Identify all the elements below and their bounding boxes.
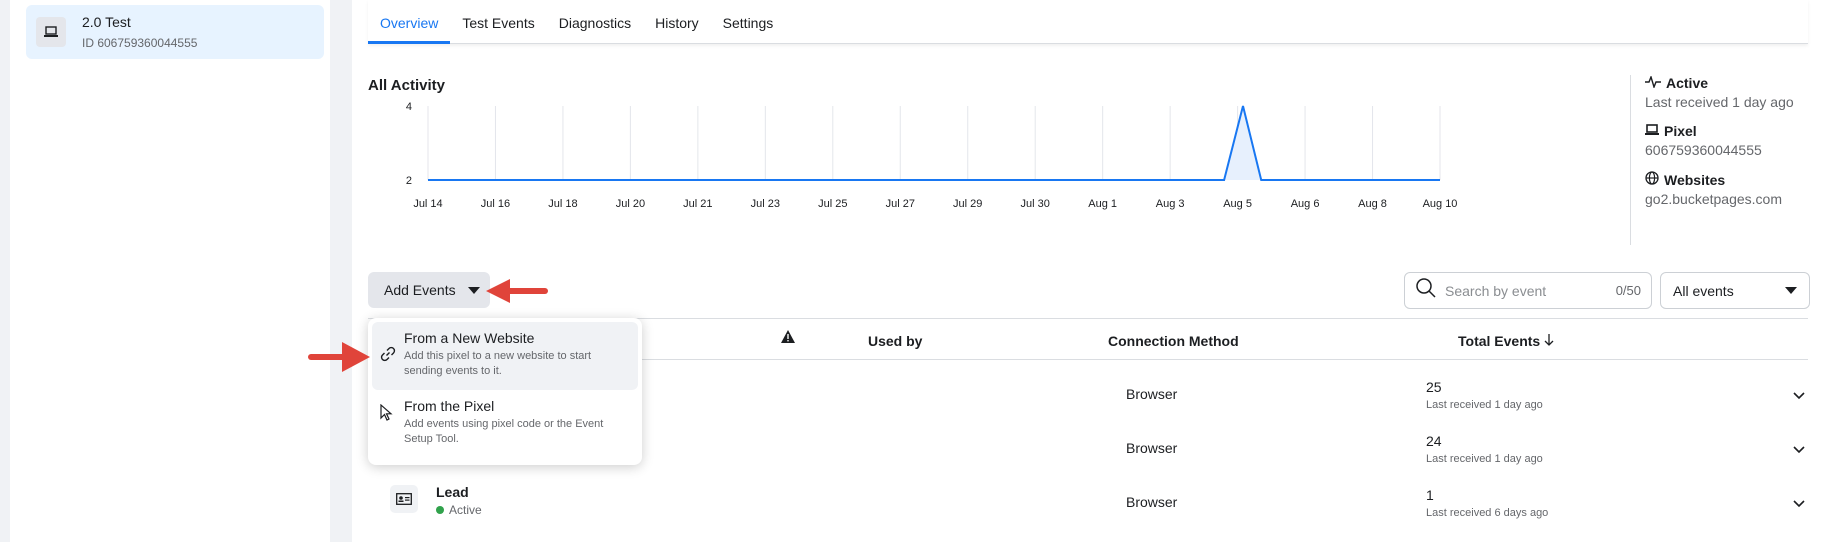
y-tick-label: 4 bbox=[406, 101, 412, 113]
chevron-down-icon[interactable] bbox=[1793, 495, 1805, 513]
websites-label: Websites bbox=[1664, 171, 1726, 188]
x-tick-label: Jul 29 bbox=[953, 198, 982, 210]
annotation-arrow-right bbox=[308, 342, 370, 372]
event-status-label: Active bbox=[449, 503, 482, 517]
activity-title: All Activity bbox=[368, 77, 445, 94]
menu-item-from-the-pixel[interactable]: From the Pixel Add events using pixel co… bbox=[372, 390, 638, 458]
link-icon bbox=[380, 346, 396, 367]
menu-item-description: Add events using pixel code or the Event… bbox=[404, 418, 604, 445]
x-tick-label: Jul 16 bbox=[481, 198, 510, 210]
total-events-label: Total Events bbox=[1458, 333, 1541, 349]
laptop-icon bbox=[36, 17, 66, 47]
total-events-header[interactable]: Total Events bbox=[1458, 333, 1554, 349]
pixel-stats-panel: Active Last received 1 day ago Pixel 606… bbox=[1630, 74, 1820, 245]
x-tick-label: Jul 27 bbox=[886, 198, 915, 210]
last-received: Last received 6 days ago bbox=[1426, 507, 1549, 519]
total-events: 25 bbox=[1426, 379, 1442, 395]
add-events-menu: From a New Website Add this pixel to a n… bbox=[368, 318, 642, 465]
events-filter-value: All events bbox=[1673, 282, 1734, 299]
used-by-header[interactable]: Used by bbox=[868, 333, 922, 349]
pixel-list-panel bbox=[10, 0, 330, 542]
pixel-name: 2.0 Test bbox=[82, 14, 131, 30]
x-tick-label: Jul 25 bbox=[818, 198, 847, 210]
search-icon bbox=[1415, 277, 1437, 304]
caret-down-icon bbox=[467, 286, 480, 294]
laptop-icon bbox=[1645, 123, 1659, 139]
activity-chart: 4 2Jul 14 Jul 16 Jul 18 Jul 20 Jul 21 Jul 23 Ju… bbox=[406, 101, 1458, 210]
add-events-button[interactable]: Add Events bbox=[368, 272, 490, 308]
x-tick-label: Aug 3 bbox=[1156, 198, 1185, 210]
tab-test-events[interactable]: Test Events bbox=[450, 0, 546, 44]
contact-card-icon bbox=[390, 485, 418, 513]
connection-method: Browser bbox=[1126, 440, 1178, 456]
connection-method-header[interactable]: Connection Method bbox=[1108, 333, 1239, 349]
x-tick-label: Aug 6 bbox=[1291, 198, 1320, 210]
connection-method: Browser bbox=[1126, 494, 1178, 510]
x-tick-label: Aug 5 bbox=[1223, 198, 1252, 210]
x-tick-label: Jul 21 bbox=[683, 198, 712, 210]
total-events: 24 bbox=[1426, 433, 1442, 449]
last-received: Last received 1 day ago bbox=[1426, 399, 1543, 411]
chevron-down-icon[interactable] bbox=[1793, 387, 1805, 405]
warning-icon bbox=[781, 330, 795, 346]
tab-overview[interactable]: Overview bbox=[368, 0, 451, 44]
pulse-icon bbox=[1645, 74, 1661, 91]
cursor-icon bbox=[380, 403, 394, 427]
x-tick-label: Aug 10 bbox=[1423, 198, 1458, 210]
tab-history[interactable]: History bbox=[643, 0, 711, 44]
x-tick-label: Jul 14 bbox=[413, 198, 442, 210]
x-tick-label: Aug 8 bbox=[1358, 198, 1387, 210]
sort-down-icon bbox=[1544, 333, 1554, 349]
menu-item-title: From a New Website bbox=[404, 330, 535, 346]
menu-item-description: Add this pixel to a new website to start… bbox=[404, 350, 592, 377]
search-input[interactable] bbox=[1445, 282, 1595, 299]
active-label: Active bbox=[1666, 75, 1709, 91]
annotation-arrow-left bbox=[486, 279, 548, 303]
caret-down-icon bbox=[1785, 287, 1797, 294]
event-status: Active bbox=[436, 503, 482, 517]
menu-item-from-new-website[interactable]: From a New Website Add this pixel to a n… bbox=[372, 322, 638, 390]
series-area bbox=[428, 106, 1440, 180]
add-events-label: Add Events bbox=[384, 282, 456, 298]
active-value: Last received 1 day ago bbox=[1645, 94, 1794, 110]
pixel-label: Pixel bbox=[1664, 123, 1697, 139]
total-events: 1 bbox=[1426, 487, 1434, 503]
table-row[interactable]: Lead Active Browser 1 Last received 6 da… bbox=[368, 475, 1808, 529]
globe-icon bbox=[1645, 171, 1659, 188]
search-box[interactable]: 0/50 bbox=[1404, 272, 1652, 309]
last-received: Last received 1 day ago bbox=[1426, 453, 1543, 465]
pixel-value: 606759360044555 bbox=[1645, 142, 1762, 158]
status-dot bbox=[436, 506, 444, 514]
x-tick-label: Jul 30 bbox=[1021, 198, 1050, 210]
events-filter-select[interactable]: All events bbox=[1660, 272, 1810, 309]
x-tick-label: Jul 23 bbox=[751, 198, 780, 210]
y-tick-label: 2 bbox=[406, 175, 412, 187]
menu-item-title: From the Pixel bbox=[404, 398, 495, 414]
pixel-id: ID 606759360044555 bbox=[82, 36, 198, 50]
websites-value[interactable]: go2.bucketpages.com bbox=[1645, 191, 1820, 207]
tab-bar: Overview Test Events Diagnostics History… bbox=[368, 0, 1808, 44]
chevron-down-icon[interactable] bbox=[1793, 441, 1805, 459]
x-tick-label: Aug 1 bbox=[1088, 198, 1117, 210]
left-panel: 2.0 Test ID 606759360044555 bbox=[0, 0, 340, 542]
search-count: 0/50 bbox=[1615, 283, 1641, 298]
x-tick-label: Jul 20 bbox=[616, 198, 645, 210]
x-tick-label: Jul 18 bbox=[548, 198, 577, 210]
tab-diagnostics[interactable]: Diagnostics bbox=[547, 0, 643, 44]
event-name: Lead bbox=[436, 484, 469, 500]
connection-method: Browser bbox=[1126, 386, 1178, 402]
pixel-list-item[interactable]: 2.0 Test ID 606759360044555 bbox=[26, 5, 324, 59]
tab-settings[interactable]: Settings bbox=[711, 0, 786, 44]
series-line bbox=[428, 105, 1440, 181]
